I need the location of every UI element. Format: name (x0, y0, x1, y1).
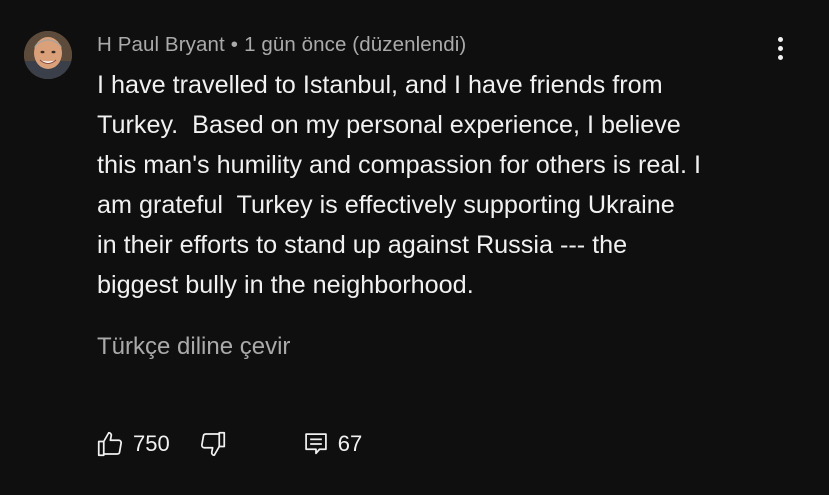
thumb-down-icon (198, 429, 228, 459)
thumb-up-icon (95, 429, 125, 459)
comment-timestamp[interactable]: 1 gün önce (düzenlendi) (244, 33, 466, 56)
reply-count: 67 (337, 431, 363, 456)
avatar[interactable] (24, 31, 72, 79)
like-button[interactable]: 750 (95, 429, 170, 459)
comment-action-bar: 750 67 (95, 426, 362, 462)
comment-icon (302, 430, 330, 458)
author-name[interactable]: H Paul Bryant (97, 33, 225, 56)
meta-separator: • (230, 33, 239, 56)
dislike-button[interactable] (198, 429, 228, 459)
more-actions-button[interactable] (764, 32, 796, 64)
translate-button[interactable]: Türkçe diline çevir (97, 333, 290, 361)
comment-header: H Paul Bryant • 1 gün önce (düzenlendi) (97, 33, 466, 57)
reply-button[interactable]: 67 (302, 430, 362, 458)
comment-text: I have travelled to Istanbul, and I have… (97, 71, 701, 299)
avatar-image (24, 31, 72, 79)
more-vert-icon (777, 36, 783, 42)
comment-thread: H Paul Bryant • 1 gün önce (düzenlendi) I … (0, 0, 829, 495)
like-count: 750 (133, 431, 170, 456)
